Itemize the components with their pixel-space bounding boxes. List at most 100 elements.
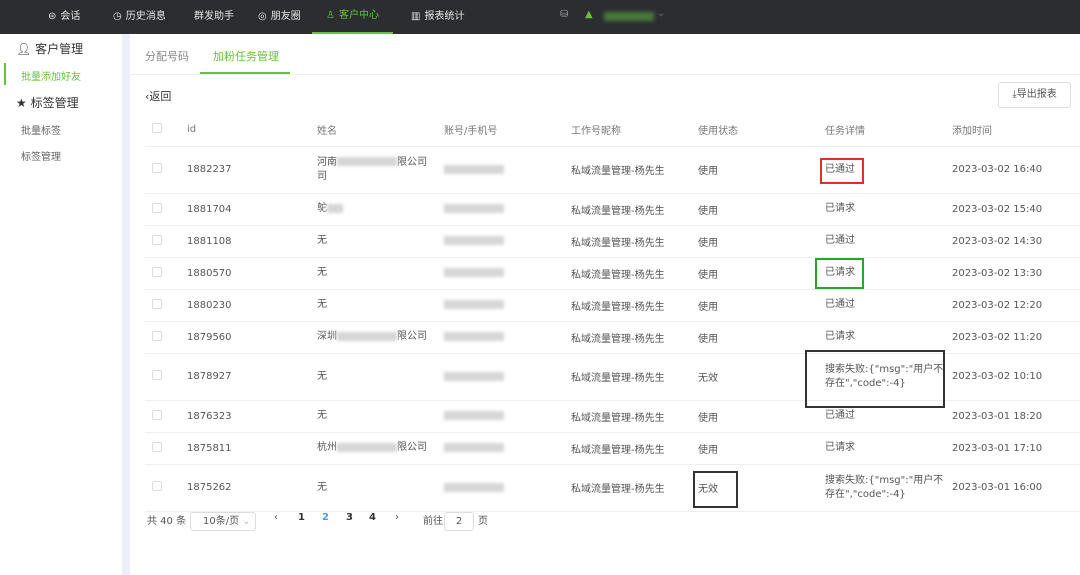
account-blurred xyxy=(444,482,504,492)
cell-account xyxy=(444,193,571,226)
row-checkbox[interactable] xyxy=(152,202,162,213)
cell-name: 杭州 限公司 xyxy=(317,432,444,465)
select-all-checkbox[interactable] xyxy=(152,123,162,134)
table-row[interactable]: 1879560 深圳 限公司 私域流量管理-杨先生 使用 已请求 2023-03-02 11… xyxy=(145,321,1080,354)
sidebar-item-batch-add[interactable]: 批量添加好友 xyxy=(21,68,81,83)
page-size-select[interactable]: 10条/页 ⌄ xyxy=(190,512,256,531)
back-button[interactable]: ‹返回 xyxy=(145,88,171,104)
row-checkbox[interactable] xyxy=(152,234,162,245)
tabs: 分配号码 加粉任务管理 xyxy=(130,34,1080,75)
sidebar-group-label: 客户管理 xyxy=(35,42,84,56)
cell-id: 1875811 xyxy=(187,432,317,465)
database-icon: ⛁ xyxy=(560,9,569,20)
cell-add-time: 2023-03-02 16:40 xyxy=(952,146,1080,194)
cell-add-time: 2023-03-02 15:40 xyxy=(952,193,1080,226)
nav-label: 历史消息 xyxy=(125,11,166,22)
row-checkbox[interactable] xyxy=(152,370,162,380)
clock-icon: ◷ xyxy=(113,11,122,22)
goto-label: 前往 xyxy=(423,516,443,527)
nav-item-2[interactable]: 群发助手 xyxy=(194,0,234,34)
nav-label: 客户中心 xyxy=(338,10,379,21)
name-blurred xyxy=(327,203,343,213)
nav-item-1[interactable]: ◷ 历史消息 xyxy=(113,0,166,34)
export-button[interactable]: ⤓导出报表 xyxy=(998,82,1071,108)
account-blurred xyxy=(444,164,504,174)
cell-nickname: 私域流量管理-杨先生 xyxy=(571,289,698,322)
cell-name: 无 xyxy=(317,289,444,322)
tab-assign-number[interactable]: 分配号码 xyxy=(145,48,189,64)
cell-add-time: 2023-03-01 16:00 xyxy=(952,464,1080,512)
account-blurred xyxy=(444,236,504,245)
row-checkbox[interactable] xyxy=(152,330,162,341)
tab-task-manage[interactable]: 加粉任务管理 xyxy=(213,48,279,64)
cell-add-time: 2023-03-02 13:30 xyxy=(952,257,1080,290)
col-use-status: 使用状态 xyxy=(698,114,825,147)
nav-label: 群发助手 xyxy=(194,11,234,22)
name-text: 无 xyxy=(317,410,327,421)
nav-item-4[interactable]: ♙ 客户中心 xyxy=(312,0,393,34)
row-checkbox[interactable] xyxy=(152,298,162,309)
avatar[interactable]: ▲ xyxy=(585,9,593,20)
row-checkbox[interactable] xyxy=(152,266,162,277)
row-checkbox[interactable] xyxy=(152,163,162,173)
sidebar: 👤︎ 客户管理 批量添加好友 ★ 标签管理 批量标签 标签管理 xyxy=(0,34,122,575)
row-checkbox[interactable] xyxy=(152,481,162,491)
name-blurred xyxy=(337,442,397,452)
col-id: id xyxy=(187,114,317,147)
cell-add-time: 2023-03-02 12:20 xyxy=(952,289,1080,322)
top-nav-bar: ⊜ 会话 ◷ 历史消息 群发助手 ◎ 朋友圈 ♙ 客户中心 ▥ 报表统计 ⛁ ▲ ⌄ xyxy=(0,0,1080,34)
cell-nickname: 私域流量管理-杨先生 xyxy=(571,321,698,354)
row-checkbox[interactable] xyxy=(152,441,162,452)
page-4[interactable]: 4 xyxy=(369,512,376,523)
row-checkbox[interactable] xyxy=(152,409,162,420)
total-count: 共 40 条 xyxy=(147,516,187,527)
cell-name: 无 xyxy=(317,400,444,433)
account-blurred xyxy=(444,443,504,452)
cell-use-status: 使用 xyxy=(698,193,825,226)
sidebar-item-tag-manage[interactable]: 标签管理 xyxy=(21,148,61,163)
name-suffix: 限公司 xyxy=(397,442,427,453)
table-row[interactable]: 1875262 无私域流量管理-杨先生 无效 搜索失败:{"msg":"用户不存在",… xyxy=(145,464,1080,512)
nav-item-0[interactable]: ⊜ 会话 xyxy=(48,0,80,34)
cell-id: 1880570 xyxy=(187,257,317,290)
nav-label: 报表统计 xyxy=(424,11,465,22)
nav-item-5[interactable]: ▥ 报表统计 xyxy=(411,0,464,34)
bar-chart-icon: ▥ xyxy=(411,11,421,22)
table-row[interactable]: 1880230 无 私域流量管理-杨先生 使用 已通过 2023-03-02 12:20 xyxy=(145,289,1080,322)
sidebar-item-batch-tag[interactable]: 批量标签 xyxy=(21,122,61,137)
prev-page-button[interactable]: ‹ xyxy=(274,512,278,523)
cell-use-status: 使用 xyxy=(698,146,825,194)
cell-nickname: 私域流量管理-杨先生 xyxy=(571,257,698,290)
col-nickname: 工作号昵称 xyxy=(571,114,698,147)
user-icon: ♙ xyxy=(326,10,335,21)
name-blurred xyxy=(337,331,397,341)
sidebar-group-tags[interactable]: ★ 标签管理 xyxy=(16,94,79,111)
page-1[interactable]: 1 xyxy=(298,512,305,523)
name-text: 无 xyxy=(317,235,327,246)
table-row[interactable]: 1881704 鸵 私域流量管理-杨先生 使用 已请求 2023-03-02 15:40 xyxy=(145,193,1080,226)
chevron-down-icon: ⌄ xyxy=(242,516,251,527)
export-label: 导出报表 xyxy=(1016,89,1057,100)
nav-item-3[interactable]: ◎ 朋友圈 xyxy=(258,0,301,34)
name-text: 河南 xyxy=(317,156,337,168)
sidebar-group-customer[interactable]: 👤︎ 客户管理 xyxy=(16,40,83,57)
account-blurred xyxy=(444,411,504,420)
table-row[interactable]: 1875811 杭州 限公司 私域流量管理-杨先生 使用 已请求 2023-03-01 17… xyxy=(145,432,1080,465)
cell-account xyxy=(444,225,571,258)
table-row[interactable]: 1881108 无 私域流量管理-杨先生 使用 已通过 2023-03-02 14:30 xyxy=(145,225,1080,258)
username-blurred[interactable] xyxy=(604,12,654,21)
col-name: 姓名 xyxy=(317,114,444,147)
cell-nickname: 私域流量管理-杨先生 xyxy=(571,464,698,512)
table-row[interactable]: 1882237 河南 限公司司私域流量管理-杨先生 使用 已通过 2023-03-02 1… xyxy=(145,146,1080,194)
tab-underline xyxy=(200,72,290,74)
cell-use-status: 使用 xyxy=(698,432,825,465)
cell-name: 鸵 xyxy=(317,193,444,226)
goto-page-input[interactable]: 2 xyxy=(444,512,474,531)
chat-icon: ⊜ xyxy=(48,11,57,22)
next-page-button[interactable]: › xyxy=(395,512,399,523)
page-3[interactable]: 3 xyxy=(346,512,353,523)
page-suffix: 页 xyxy=(478,516,488,527)
cell-nickname: 私域流量管理-杨先生 xyxy=(571,225,698,258)
page-2[interactable]: 2 xyxy=(322,512,329,523)
table-row[interactable]: 1880570 无私域流量管理-杨先生 使用 已请求 2023-03-02 13:30 xyxy=(145,257,1080,290)
